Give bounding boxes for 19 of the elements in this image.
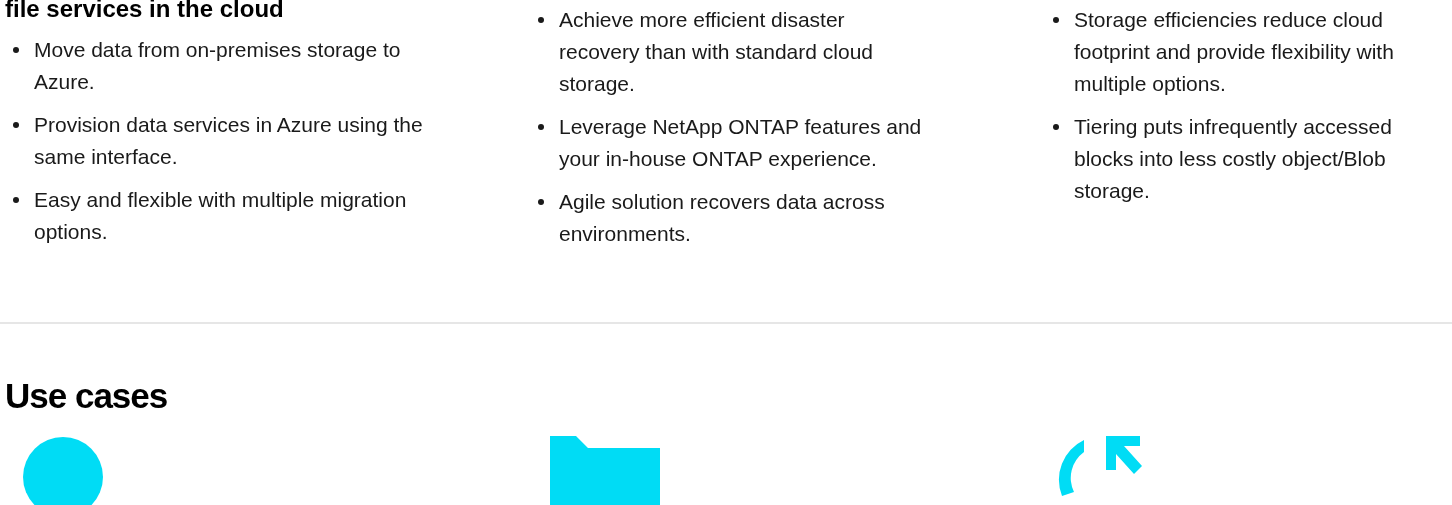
use-cases-heading: Use cases — [5, 375, 169, 417]
bullet-icon — [1053, 124, 1059, 130]
bullet-text: Move data from on-premises storage to Azure. — [34, 37, 402, 95]
bullet-icon — [538, 199, 544, 205]
bullet-icon — [1053, 17, 1059, 23]
bullet-text: Tiering puts infrequently accessed blocks into less costly object/Blob storage. — [1074, 114, 1393, 204]
bullet-icon — [538, 124, 544, 130]
section-heading: file services in the cloud — [5, 0, 285, 24]
bullet-text: Agile solution recovers data across environments. — [559, 189, 886, 247]
folder-icon — [550, 436, 660, 505]
bullet-text: Storage efficiencies reduce cloud footprint and provide flexibility with multiple options. — [1074, 7, 1395, 97]
bullet-icon — [13, 197, 19, 203]
bullet-text: Leverage NetApp ONTAP features and your in-house ONTAP experience. — [559, 114, 923, 172]
bullet-text: Achieve more efficient disaster recovery than with standard cloud storage. — [559, 7, 874, 97]
bullet-icon — [13, 122, 19, 128]
bullet-icon — [538, 17, 544, 23]
bullet-text: Easy and flexible with multiple migration options. — [34, 187, 408, 245]
bullet-text: Provision data services in Azure using the same interface. — [34, 112, 424, 170]
bullet-icon — [13, 47, 19, 53]
